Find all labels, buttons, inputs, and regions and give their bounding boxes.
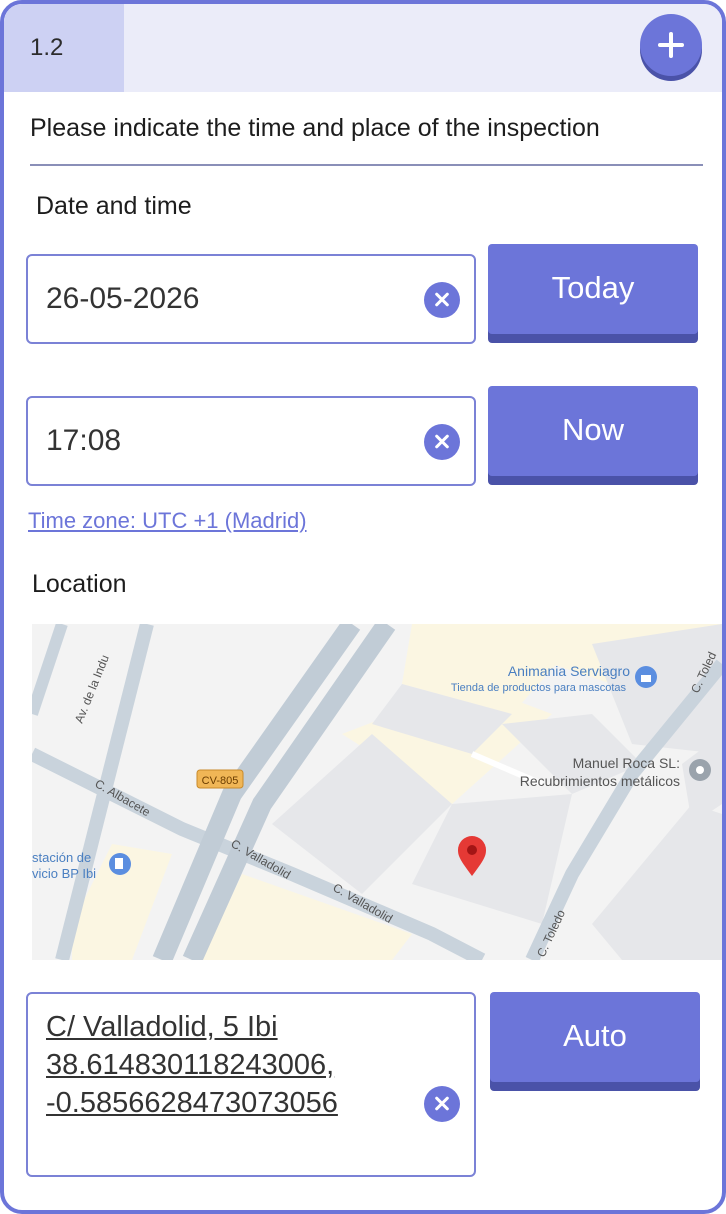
time-value: 17:08	[46, 424, 122, 457]
poi-name: stación de	[32, 850, 91, 865]
add-button[interactable]	[640, 14, 702, 76]
address-field[interactable]: C/ Valladolid, 5 Ibi 38.614830118243006,…	[26, 992, 476, 1177]
poi-subtitle: vicio BP Ibi	[32, 866, 96, 881]
poi-subtitle: Tienda de productos para mascotas	[451, 682, 627, 694]
poi-name: Manuel Roca SL:	[573, 755, 680, 771]
map-canvas[interactable]: CV-805 Av. de la Indu C. Albacete C. Val…	[32, 624, 722, 960]
clear-time-icon[interactable]	[424, 424, 460, 460]
poi-name: Animania Serviagro	[508, 663, 630, 679]
card-header: 1.2	[4, 4, 722, 92]
clear-address-icon[interactable]	[424, 1086, 460, 1122]
step-number: 1.2	[4, 4, 124, 92]
address-line: C/ Valladolid, 5 Ibi	[46, 1011, 278, 1043]
question-text: Please indicate the time and place of th…	[30, 114, 600, 142]
address-value: C/ Valladolid, 5 Ibi 38.614830118243006,…	[46, 1008, 338, 1122]
poi-subtitle: Recubrimientos metálicos	[520, 773, 680, 789]
date-field[interactable]: 26-05-2026	[26, 254, 476, 344]
clear-date-icon[interactable]	[424, 282, 460, 318]
time-field[interactable]: 17:08	[26, 396, 476, 486]
question-card: 1.2 Please indicate the time and place o…	[0, 0, 726, 1214]
location-label: Location	[32, 570, 127, 598]
date-value: 26-05-2026	[46, 282, 200, 315]
address-line: 38.614830118243006,	[46, 1049, 335, 1081]
today-button[interactable]: Today	[488, 244, 698, 334]
divider	[30, 164, 703, 166]
auto-button[interactable]: Auto	[490, 992, 700, 1082]
road-badge-label: CV-805	[202, 775, 239, 787]
location-map[interactable]: CV-805 Av. de la Indu C. Albacete C. Val…	[32, 624, 722, 960]
address-line: -0.5856628473073056	[46, 1087, 338, 1119]
timezone-link[interactable]: Time zone: UTC +1 (Madrid)	[28, 508, 307, 534]
now-button[interactable]: Now	[488, 386, 698, 476]
date-time-label: Date and time	[36, 192, 192, 220]
